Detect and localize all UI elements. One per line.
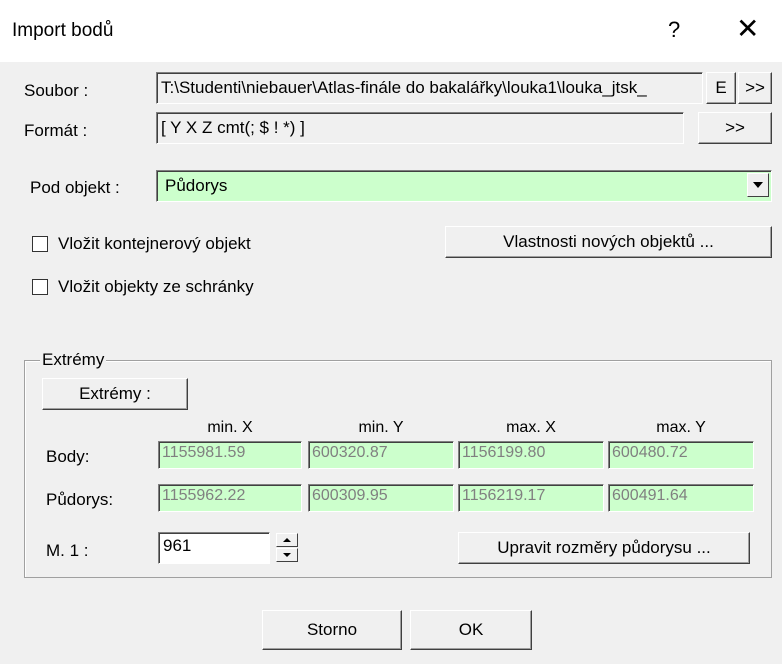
column-header-min-x: min. X bbox=[207, 419, 253, 436]
arrow-down-icon bbox=[283, 553, 291, 557]
floorplan-min-x: 1155962.22 bbox=[158, 484, 302, 512]
clipboard-objects-checkbox[interactable] bbox=[32, 279, 48, 295]
points-max-y: 600480.72 bbox=[608, 441, 754, 469]
floorplan-max-x: 1156219.17 bbox=[458, 484, 604, 512]
chevron-down-icon bbox=[753, 182, 763, 188]
browse-file-button[interactable]: >> bbox=[738, 72, 772, 104]
format-field: [ Y X Z cmt(; $ ! *) ] bbox=[156, 112, 684, 144]
file-path-field[interactable]: T:\Studenti\niebauer\Atlas-finále do bak… bbox=[156, 72, 703, 104]
clipboard-objects-label: Vložit objekty ze schránky bbox=[58, 277, 254, 296]
column-header-min-y: min. Y bbox=[358, 419, 404, 436]
title-bar bbox=[0, 0, 782, 62]
points-min-y: 600320.87 bbox=[308, 441, 454, 469]
file-label: Soubor : bbox=[24, 81, 89, 100]
format-label: Formát : bbox=[24, 121, 88, 140]
scale-label: M. 1 : bbox=[46, 541, 89, 560]
dropdown-button[interactable] bbox=[747, 173, 769, 197]
floorplan-min-y: 600309.95 bbox=[308, 484, 454, 512]
column-header-max-x: max. X bbox=[506, 419, 556, 436]
points-min-x: 1155981.59 bbox=[158, 441, 302, 469]
close-icon[interactable]: ✕ bbox=[736, 12, 759, 45]
floorplan-row-label: Půdorys: bbox=[46, 490, 114, 509]
new-object-properties-button[interactable]: Vlastnosti nových objektů ... bbox=[445, 226, 772, 258]
under-object-value: Půdorys bbox=[165, 176, 228, 195]
container-object-label: Vložit kontejnerový objekt bbox=[58, 234, 251, 253]
adjust-floorplan-button[interactable]: Upravit rozměry půdorysu ... bbox=[458, 532, 750, 564]
scale-spin-down[interactable] bbox=[276, 548, 298, 562]
format-options-button[interactable]: >> bbox=[698, 112, 772, 144]
scale-spin-up[interactable] bbox=[276, 533, 298, 547]
scale-input[interactable]: 961 bbox=[158, 532, 270, 564]
cancel-button[interactable]: Storno bbox=[262, 610, 402, 650]
edit-file-button[interactable]: E bbox=[706, 72, 736, 104]
ok-button[interactable]: OK bbox=[410, 610, 532, 650]
floorplan-max-y: 600491.64 bbox=[608, 484, 754, 512]
window-title: Import bodů bbox=[12, 20, 114, 41]
under-object-label: Pod objekt : bbox=[30, 178, 120, 197]
extremes-button[interactable]: Extrémy : bbox=[42, 378, 188, 410]
extremes-group-title: Extrémy bbox=[40, 350, 107, 370]
points-row-label: Body: bbox=[46, 447, 90, 466]
points-max-x: 1156199.80 bbox=[458, 441, 604, 469]
container-object-checkbox[interactable] bbox=[32, 236, 48, 252]
help-icon[interactable]: ? bbox=[668, 17, 680, 43]
under-object-select[interactable]: Půdorys bbox=[156, 170, 772, 202]
arrow-up-icon bbox=[283, 538, 291, 542]
column-header-max-y: max. Y bbox=[656, 419, 706, 436]
